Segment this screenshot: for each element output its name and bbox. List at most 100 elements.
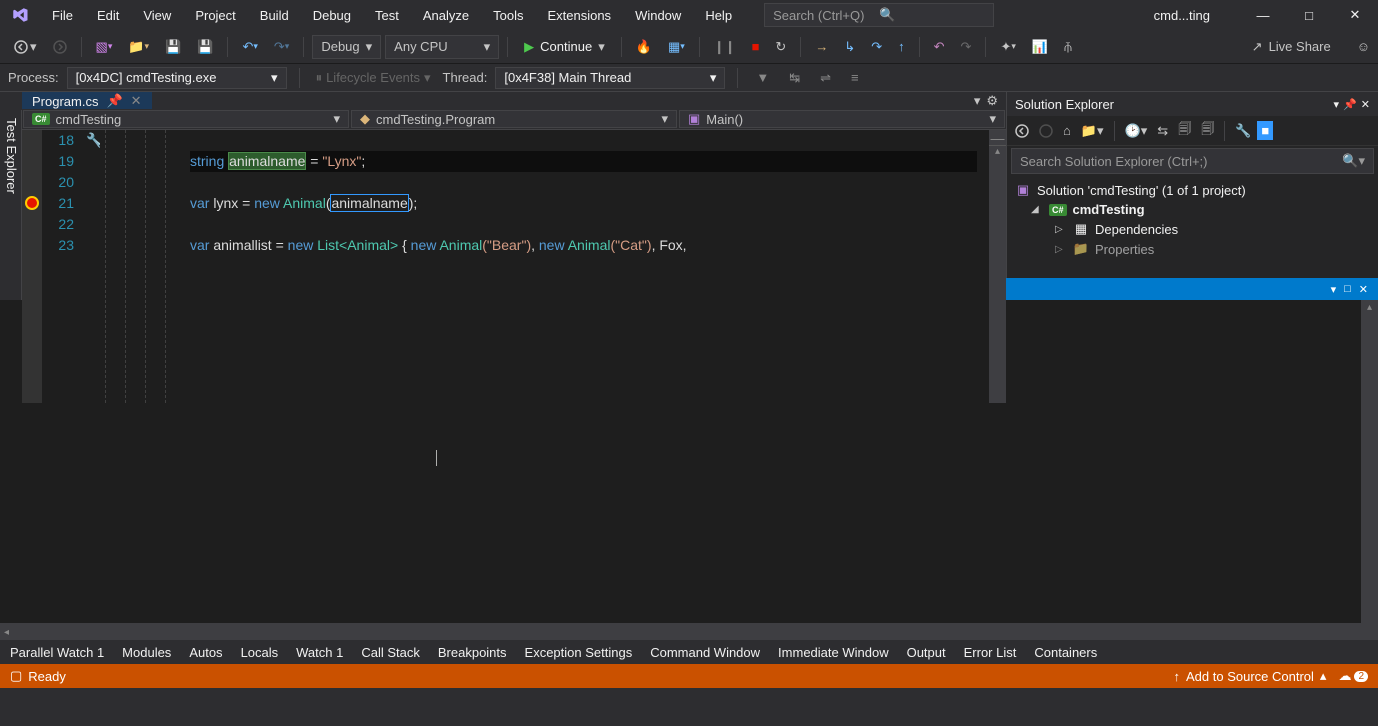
tab-locals[interactable]: Locals: [241, 645, 279, 660]
project-item[interactable]: ◢ C# cmdTesting: [1007, 200, 1378, 219]
tab-modules[interactable]: Modules: [122, 645, 171, 660]
open-button[interactable]: 📁▾: [122, 35, 155, 59]
step-back-button[interactable]: ↶: [928, 35, 951, 59]
se-preview-button[interactable]: ■: [1257, 121, 1273, 140]
save-button[interactable]: 💾: [159, 35, 187, 59]
nav-method-dropdown[interactable]: ▣ Main()▾: [679, 110, 1005, 128]
nav-back-button[interactable]: ▾: [8, 35, 43, 59]
source-control-button[interactable]: ↑ Add to Source Control ▴: [1174, 668, 1327, 684]
menu-analyze[interactable]: Analyze: [411, 2, 481, 29]
tab-command-window[interactable]: Command Window: [650, 645, 760, 660]
hot-reload-button[interactable]: 🔥: [630, 35, 658, 59]
tab-immediate-window[interactable]: Immediate Window: [778, 645, 889, 660]
step-forward-button[interactable]: ↷: [955, 35, 978, 59]
step-into-button[interactable]: ↳: [838, 35, 861, 59]
se-forward-button[interactable]: [1035, 120, 1057, 142]
lifecycle-events-button[interactable]: ⏸Lifecycle Events▾: [312, 70, 435, 86]
step-over-button[interactable]: ↷: [865, 35, 888, 59]
close-tab-icon[interactable]: ✕: [131, 93, 142, 109]
platform-dropdown[interactable]: Any CPU▾: [385, 35, 499, 59]
menu-extensions[interactable]: Extensions: [535, 2, 623, 29]
immediate-window-input[interactable]: ▴: [0, 300, 1378, 623]
menu-project[interactable]: Project: [183, 2, 247, 29]
nav-class-dropdown[interactable]: ◆ cmdTesting.Program▾: [351, 110, 677, 128]
toggle-thread-button[interactable]: ⇌: [814, 66, 837, 90]
step-out-button[interactable]: ↑: [892, 35, 911, 58]
se-switch-views-button[interactable]: 📁▾: [1077, 119, 1108, 143]
solution-search-input[interactable]: Search Solution Explorer (Ctrl+;) 🔍▾: [1011, 148, 1374, 174]
stack-frame-button[interactable]: ↹: [783, 66, 806, 90]
redo-button[interactable]: ↷▾: [268, 35, 295, 59]
se-show-all-button[interactable]: 🗐: [1174, 116, 1195, 146]
menu-build[interactable]: Build: [248, 2, 301, 29]
tab-call-stack[interactable]: Call Stack: [361, 645, 420, 660]
nav-project-dropdown[interactable]: C# cmdTesting▾: [23, 110, 349, 128]
properties-item[interactable]: ▷ 📁 Properties: [1007, 239, 1378, 259]
dock-icon[interactable]: □: [1344, 283, 1351, 295]
tab-output[interactable]: Output: [907, 645, 946, 660]
tab-breakpoints[interactable]: Breakpoints: [438, 645, 507, 660]
tab-watch[interactable]: Watch 1: [296, 645, 343, 660]
menu-debug[interactable]: Debug: [301, 2, 363, 29]
tab-overflow-icon[interactable]: ▾: [974, 93, 981, 109]
menu-window[interactable]: Window: [623, 2, 693, 29]
tab-error-list[interactable]: Error List: [964, 645, 1017, 660]
config-dropdown[interactable]: Debug▾: [312, 35, 381, 59]
break-all-button[interactable]: ❙❙: [708, 35, 742, 59]
se-back-button[interactable]: [1011, 120, 1033, 142]
close-panel-icon[interactable]: ✕: [1361, 98, 1370, 111]
tab-settings-icon[interactable]: ⚙: [986, 93, 998, 109]
process-dropdown[interactable]: [0x4DC] cmdTesting.exe▾: [67, 67, 287, 89]
menu-view[interactable]: View: [131, 2, 183, 29]
menu-tools[interactable]: Tools: [481, 2, 535, 29]
menu-test[interactable]: Test: [363, 2, 411, 29]
window-menu-icon[interactable]: ▾: [1334, 98, 1340, 111]
quick-search-input[interactable]: Search (Ctrl+Q) 🔍: [764, 3, 994, 27]
tab-parallel-watch[interactable]: Parallel Watch 1: [10, 645, 104, 660]
se-properties-button[interactable]: 🔧: [1231, 119, 1255, 143]
minimize-button[interactable]: —: [1240, 0, 1286, 30]
stop-debug-button[interactable]: ■: [746, 35, 766, 58]
continue-button[interactable]: ▶Continue▾: [516, 35, 613, 59]
se-pending-changes-button[interactable]: 🕑▾: [1121, 119, 1152, 143]
thread-dropdown[interactable]: [0x4F38] Main Thread▾: [495, 67, 725, 89]
threads-button[interactable]: ⫚: [1058, 35, 1078, 59]
split-handle-icon[interactable]: —: [989, 130, 1006, 146]
live-share-button[interactable]: Live Share: [1269, 39, 1331, 54]
tab-autos[interactable]: Autos: [189, 645, 222, 660]
window-menu-icon[interactable]: ▾: [1331, 283, 1337, 296]
close-button[interactable]: ✕: [1332, 0, 1378, 30]
restart-button[interactable]: ↻: [769, 35, 792, 59]
show-next-button[interactable]: →: [809, 35, 834, 58]
menu-edit[interactable]: Edit: [85, 2, 131, 29]
immediate-horizontal-scrollbar[interactable]: ◂: [0, 623, 1378, 640]
tab-program-cs[interactable]: Program.cs 📌 ✕: [22, 92, 152, 109]
menu-help[interactable]: Help: [693, 2, 744, 29]
pin-icon[interactable]: 📌: [106, 93, 122, 109]
undo-button[interactable]: ↶▾: [236, 35, 263, 59]
expand-icon[interactable]: ▷: [1055, 224, 1067, 235]
save-all-button[interactable]: 💾: [191, 35, 219, 59]
tab-exception-settings[interactable]: Exception Settings: [525, 645, 633, 660]
solution-root-item[interactable]: ▣ Solution 'cmdTesting' (1 of 1 project): [1007, 180, 1378, 200]
show-threads-button[interactable]: ≡: [845, 66, 865, 89]
solution-tree[interactable]: ▣ Solution 'cmdTesting' (1 of 1 project)…: [1007, 176, 1378, 263]
dependencies-item[interactable]: ▷ ▦ Dependencies: [1007, 219, 1378, 239]
nav-forward-button[interactable]: [47, 36, 73, 58]
flag-button[interactable]: ▼: [750, 66, 775, 89]
expand-icon[interactable]: ◢: [1031, 204, 1043, 215]
pin-icon[interactable]: 📌: [1343, 98, 1357, 111]
intellitrace-button[interactable]: ✦▾: [994, 35, 1021, 59]
notifications-button[interactable]: ☁2: [1338, 668, 1368, 684]
browser-link-button[interactable]: ▦▾: [662, 35, 691, 59]
close-panel-icon[interactable]: ✕: [1359, 283, 1368, 296]
breakpoint-icon[interactable]: [25, 196, 39, 210]
diagnostic-button[interactable]: 📊: [1026, 35, 1054, 59]
maximize-button[interactable]: □: [1286, 0, 1332, 30]
immediate-vertical-scrollbar[interactable]: ▴: [1361, 300, 1378, 623]
menu-file[interactable]: File: [40, 2, 85, 29]
test-explorer-tab[interactable]: Test Explorer: [0, 110, 22, 300]
se-home-button[interactable]: ⌂: [1059, 119, 1075, 142]
tab-containers[interactable]: Containers: [1034, 645, 1097, 660]
new-project-button[interactable]: ▧▾: [90, 35, 119, 59]
